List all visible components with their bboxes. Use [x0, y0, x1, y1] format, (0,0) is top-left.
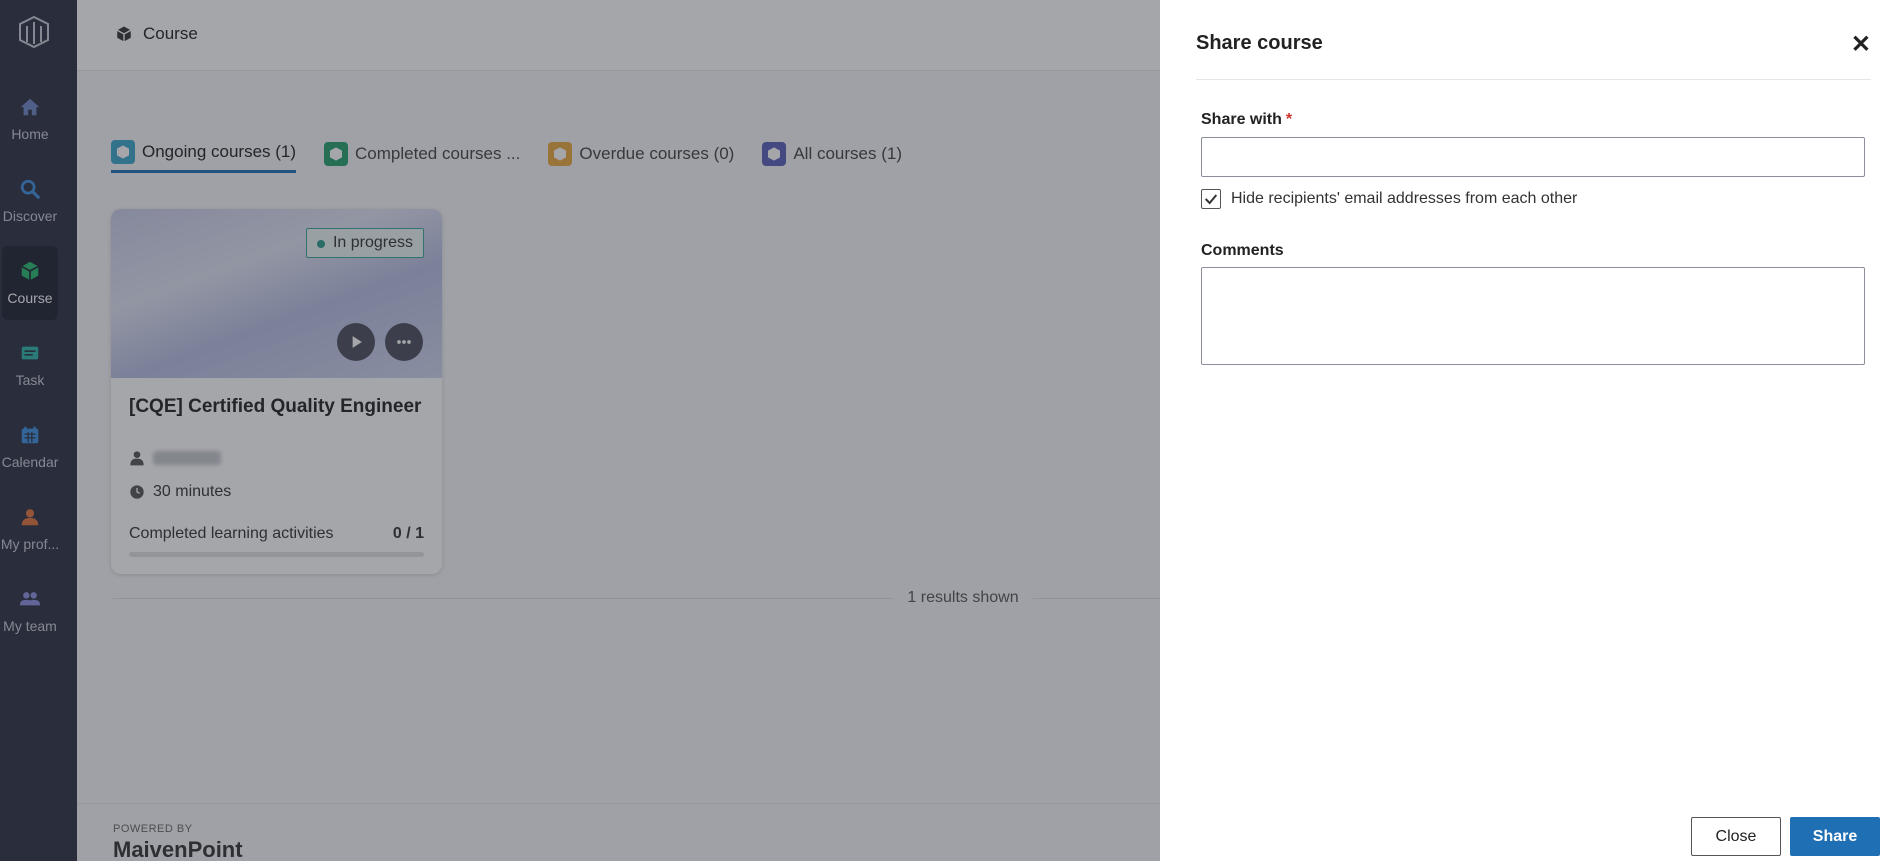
comments-label: Comments: [1201, 242, 1284, 259]
comments-textarea[interactable]: [1201, 267, 1865, 365]
divider: [1196, 79, 1871, 80]
hide-recipients-option[interactable]: Hide recipients' email addresses from ea…: [1201, 189, 1577, 209]
share-with-label: Share with *: [1201, 111, 1292, 129]
panel-title: Share course: [1196, 32, 1323, 54]
share-button[interactable]: Share: [1790, 817, 1880, 856]
required-marker: *: [1285, 111, 1293, 128]
hide-recipients-label: Hide recipients' email addresses from ea…: [1231, 190, 1578, 207]
close-button[interactable]: Close: [1691, 817, 1781, 856]
close-icon[interactable]: ✕: [1851, 30, 1871, 59]
hide-recipients-checkbox[interactable]: [1201, 189, 1221, 209]
modal-overlay[interactable]: [0, 0, 1160, 861]
share-course-panel: Share course ✕ Share with * Hide recipien…: [1160, 0, 1891, 861]
share-with-input[interactable]: [1201, 137, 1865, 177]
checkmark-icon: [1204, 194, 1218, 205]
share-with-label-text: Share with: [1201, 111, 1282, 128]
